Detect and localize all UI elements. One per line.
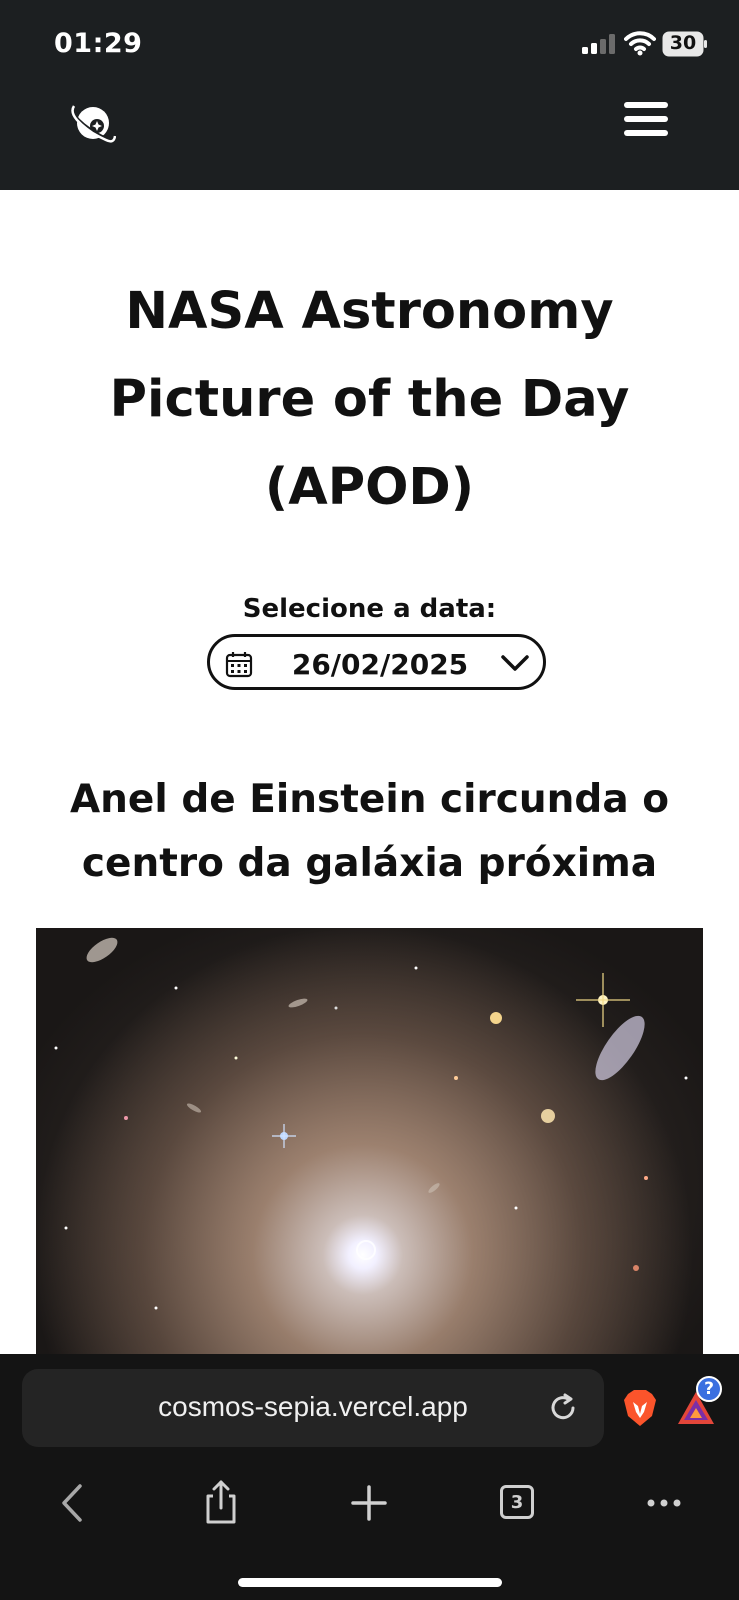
menu-line xyxy=(624,116,668,122)
calendar-icon xyxy=(225,652,253,678)
brave-lion-icon[interactable] xyxy=(622,1388,658,1428)
chevron-down-icon xyxy=(501,655,529,671)
share-icon[interactable] xyxy=(196,1478,246,1528)
date-picker[interactable]: 26/02/2025 xyxy=(207,634,546,690)
battery-indicator: 30 xyxy=(662,31,708,57)
reload-icon[interactable] xyxy=(546,1391,580,1425)
back-icon[interactable] xyxy=(48,1478,98,1528)
menu-line xyxy=(624,130,668,136)
page-title: NASA Astronomy Picture of the Day (APOD) xyxy=(109,282,630,517)
apod-title: Anel de Einstein circunda o centro da ga… xyxy=(69,777,670,886)
rewards-icon[interactable]: ? xyxy=(676,1376,722,1426)
date-value: 26/02/2025 xyxy=(291,648,469,681)
tabs-button[interactable]: 3 xyxy=(494,1478,544,1528)
url-text[interactable]: cosmos-sepia.vercel.app xyxy=(22,1391,604,1423)
battery-level: 30 xyxy=(669,32,697,54)
status-time: 01:29 xyxy=(54,28,143,59)
home-indicator[interactable] xyxy=(238,1578,502,1587)
apod-image[interactable] xyxy=(36,928,703,1358)
planet-logo-icon[interactable] xyxy=(70,100,116,146)
hamburger-menu-icon[interactable] xyxy=(624,102,670,140)
signal-icon xyxy=(582,34,615,54)
new-tab-plus-icon[interactable] xyxy=(344,1478,394,1528)
notification-badge: ? xyxy=(696,1376,722,1402)
galaxy-field xyxy=(54,937,688,1310)
wifi-icon xyxy=(624,31,656,56)
menu-line xyxy=(624,102,668,108)
date-label: Selecione a data: xyxy=(242,594,497,624)
more-options-icon[interactable] xyxy=(640,1478,690,1528)
tab-count: 3 xyxy=(510,1492,524,1513)
address-bar[interactable]: cosmos-sepia.vercel.app xyxy=(22,1369,604,1447)
